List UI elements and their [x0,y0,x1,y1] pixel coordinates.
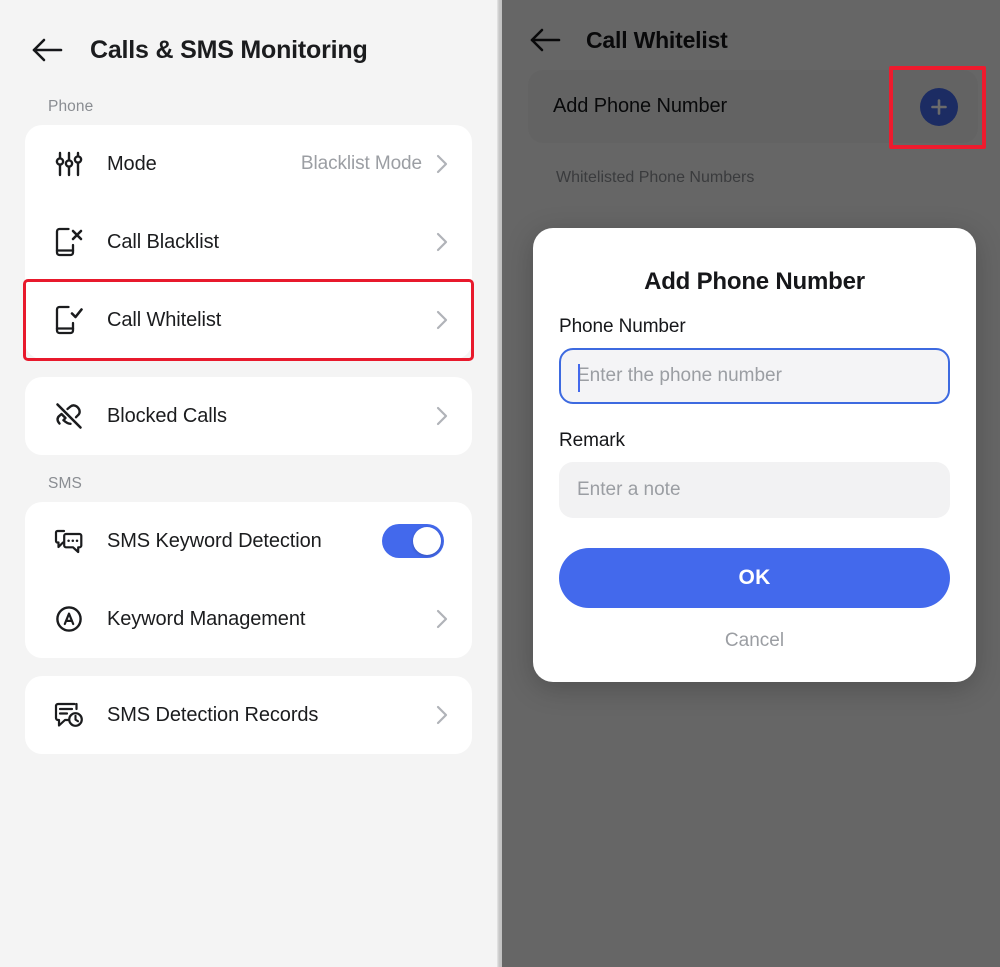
left-header: Calls & SMS Monitoring [0,0,497,78]
section-label-sms: SMS [48,475,82,492]
remark-label: Remark [559,430,625,451]
arrow-left-icon[interactable] [30,33,64,67]
list-item-mode[interactable]: Mode Blacklist Mode [25,125,472,203]
sms-bubbles-icon [49,521,89,561]
call-slash-icon [49,396,89,436]
cancel-button[interactable]: Cancel [559,608,950,660]
list-item-sms-detection-records[interactable]: SMS Detection Records [25,676,472,754]
phone-number-placeholder: Enter the phone number [577,365,782,386]
list-item-keyword-management[interactable]: Keyword Management [25,580,472,658]
list-item-label: SMS Keyword Detection [107,529,322,552]
sliders-icon [49,144,89,184]
text-caret [578,364,580,392]
phone-number-label: Phone Number [559,316,686,337]
dialog-title: Add Phone Number [644,268,865,295]
phone-card-group-1: Mode Blacklist Mode Call Blacklist Call … [23,125,474,361]
phone-number-input[interactable]: Enter the phone number [559,348,950,404]
sms-card-group-2: SMS Detection Records [25,676,472,754]
mode-value: Blacklist Mode [300,153,422,174]
section-label-phone: Phone [48,98,94,115]
list-item-label: Blocked Calls [107,404,227,427]
left-screen-calls-sms-monitoring: Calls & SMS Monitoring Phone Mode Blackl… [0,0,497,967]
chevron-right-icon [434,229,450,255]
add-phone-number-dialog: Add Phone Number Phone Number Enter the … [533,228,976,682]
list-item-call-whitelist[interactable]: Call Whitelist [23,279,474,361]
right-screen-call-whitelist: Call Whitelist Add Phone Number Whitelis… [502,0,1000,967]
card-gap [0,359,497,377]
page-title: Calls & SMS Monitoring [90,35,368,64]
chevron-right-icon [434,307,450,333]
chevron-right-icon [434,151,450,177]
list-item-call-blacklist[interactable]: Call Blacklist [25,203,472,281]
list-item-label: Keyword Management [107,607,306,630]
list-item-label: Call Blacklist [107,230,219,253]
letter-a-circle-icon [49,599,89,639]
sms-keyword-detection-toggle[interactable] [382,524,444,558]
card-gap [0,658,497,676]
list-item-label: Mode [107,152,157,175]
sms-clock-icon [49,695,89,735]
list-item-label: SMS Detection Records [107,703,319,726]
ok-button[interactable]: OK [559,548,950,608]
list-item-sms-keyword-detection[interactable]: SMS Keyword Detection [25,502,472,580]
phone-check-icon [49,300,89,340]
field-spacer [559,404,950,430]
plus-button-highlight-box [889,66,986,149]
phone-block-x-icon [49,222,89,262]
chevron-right-icon [434,702,450,728]
sms-card-group-1: SMS Keyword Detection Keyword Management [25,502,472,658]
list-item-blocked-calls[interactable]: Blocked Calls [25,377,472,455]
button-spacer [559,518,950,548]
chevron-right-icon [434,403,450,429]
dual-screenshot-container: Calls & SMS Monitoring Phone Mode Blackl… [0,0,1000,967]
phone-card-group-2: Blocked Calls [25,377,472,455]
remark-placeholder: Enter a note [577,479,681,500]
remark-input[interactable]: Enter a note [559,462,950,518]
list-item-label: Call Whitelist [107,308,222,331]
chevron-right-icon [434,606,450,632]
toggle-knob [413,527,441,555]
